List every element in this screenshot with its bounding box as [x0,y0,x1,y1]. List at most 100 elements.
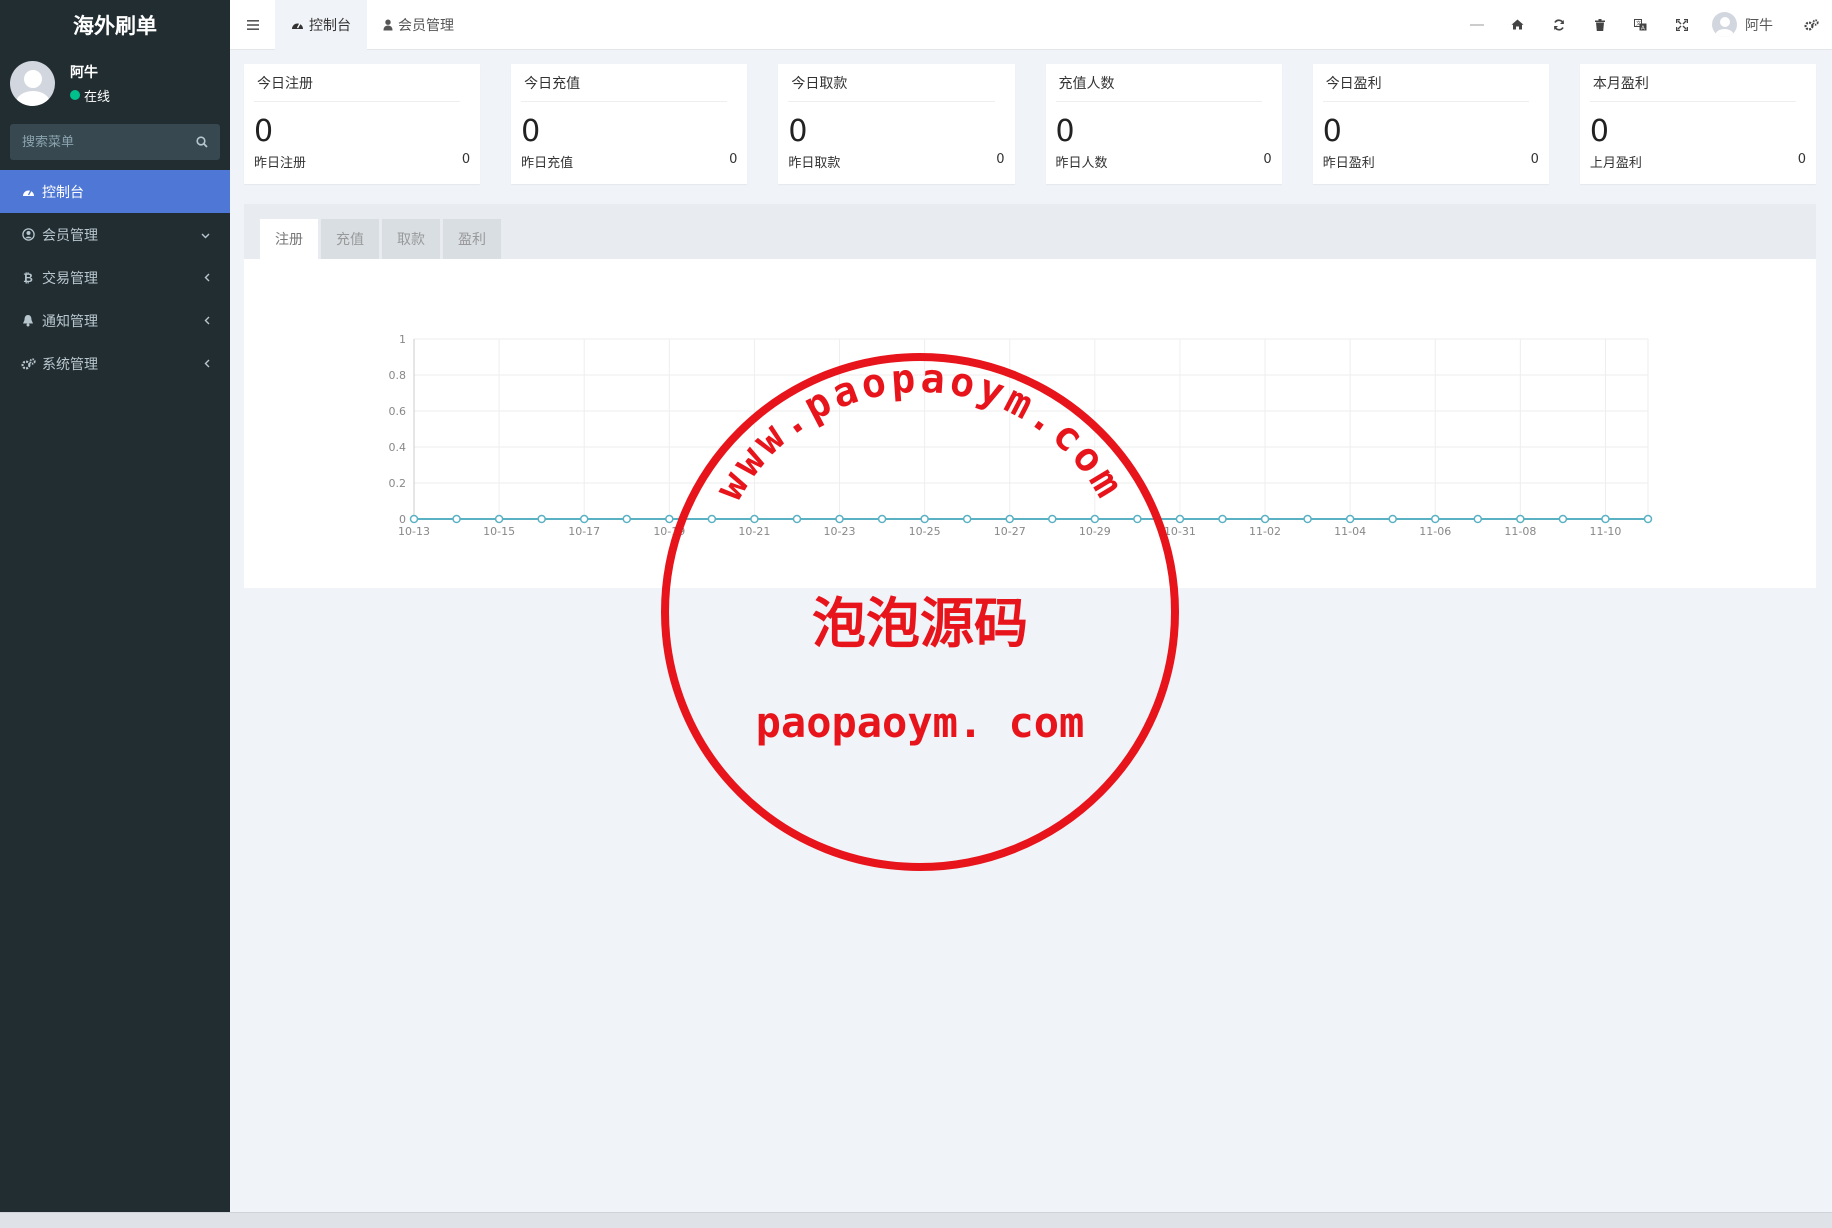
trash-icon[interactable] [1579,0,1620,50]
stamp-name: 泡泡源码 [812,591,1028,655]
tab-profit[interactable]: 盈利 [443,219,501,259]
card-sub-value: 0 [1263,152,1272,167]
sidebar-item-system[interactable]: 系统管理 [0,342,230,385]
sidebar-item-notifications[interactable]: 通知管理 [0,299,230,342]
user-panel: 阿牛 在线 [0,50,230,116]
search-input[interactable] [22,134,182,150]
sidebar-item-label: 系统管理 [42,356,98,373]
cogs-icon[interactable] [1791,0,1832,50]
stat-card-profit-month: 本月盈利 0 上月盈利 0 [1579,64,1817,184]
card-value: 0 [254,114,274,149]
chevron-left-icon [204,357,210,371]
data-point [835,514,844,524]
hamburger-icon [246,19,259,30]
x-tick-label: 11-02 [1249,525,1281,538]
data-point [494,514,504,524]
card-sub-label: 上月盈利 [1589,156,1642,171]
data-point [1005,514,1014,524]
y-tick-label: 0.6 [389,405,407,418]
fullscreen-icon[interactable] [1661,0,1702,50]
data-point [962,514,972,524]
card-sub-label: 昨日取款 [788,156,841,171]
y-tick-label: 1 [399,333,406,346]
stat-card-withdrawals: 今日取款 0 昨日取款 0 [778,64,1015,184]
tab-recharge[interactable]: 充值 [321,219,379,259]
tab-members[interactable]: 会员管理 [367,0,470,50]
card-value: 0 [788,114,808,149]
card-title: 今日盈利 [1322,64,1529,102]
search-icon[interactable] [196,133,208,152]
x-tick-label: 11-06 [1419,525,1451,538]
stat-card-recharge-users: 充值人数 0 昨日人数 0 [1045,64,1282,184]
user-menu[interactable]: 阿牛 [1702,12,1791,37]
menu-toggle-button[interactable] [230,0,275,50]
home-icon[interactable] [1497,0,1538,50]
sidebar-item-label: 控制台 [42,184,84,201]
tab-withdrawals[interactable]: 取款 [382,219,440,259]
data-point [792,514,802,524]
card-value: 0 [1322,114,1342,149]
card-sub-label: 昨日充值 [521,156,574,171]
data-point [1388,514,1397,524]
stamp-domain: paopaoym. com [756,698,1085,747]
data-point [409,514,419,524]
os-taskbar [0,1212,1832,1228]
data-point [1048,514,1057,524]
data-point [452,514,461,524]
card-sub-value: 0 [1530,152,1539,167]
card-value: 0 [1055,114,1075,149]
data-point [622,514,632,524]
card-value: 0 [1589,114,1609,149]
data-point [665,514,674,524]
chevron-left-icon [204,271,210,285]
tab-label: 控制台 [309,17,351,34]
data-point [750,514,759,524]
translate-icon[interactable]: 文A [1620,0,1661,50]
user-name: 阿牛 [70,64,98,81]
minimize-icon[interactable] [1456,0,1497,50]
card-sub-label: 昨日盈利 [1322,156,1375,171]
card-sub-label: 昨日人数 [1055,156,1108,171]
card-title: 本月盈利 [1589,64,1797,102]
header-toolbar: 文A 阿牛 [1456,0,1832,50]
x-tick-label: 10-23 [824,525,856,538]
card-title: 今日充值 [521,64,728,102]
tab-registrations[interactable]: 注册 [260,219,318,259]
sidebar-item-members[interactable]: 会员管理 [0,213,230,256]
menu-search [10,124,220,160]
x-tick-label: 10-31 [1164,525,1196,538]
card-title: 今日取款 [788,64,995,102]
sidebar-menu: 控制台 会员管理 ₿ 交易管理 通知管理 系统管理 [0,170,230,385]
brand-logo[interactable]: 海外刷单 [0,0,230,50]
x-tick-label: 11-08 [1504,525,1536,538]
data-point [1303,514,1312,524]
card-sub-value: 0 [461,152,471,167]
chart-area: 0 0.2 0.4 0.6 0.8 1 10-13 10-15 10-17 10-19 10-21 1… [244,259,1816,588]
line-chart: 00.20.40.60.8110-13 10-15 10-17 10-19 10-21 1… [389,333,1653,538]
bell-icon [20,314,36,327]
avatar [1712,12,1737,37]
y-tick-label: 0.2 [389,477,407,490]
refresh-icon[interactable] [1538,0,1579,50]
chevron-left-icon [204,314,210,328]
dashboard-icon [291,19,304,30]
data-point [920,514,929,524]
card-sub-value: 0 [996,152,1005,167]
user-icon [383,19,393,31]
stat-card-profit-today: 今日盈利 0 昨日盈利 0 [1312,64,1549,184]
x-tick-label: 10-13 [398,525,430,538]
sidebar-item-label: 会员管理 [42,227,98,244]
sidebar-item-dashboard[interactable]: 控制台 [0,170,230,213]
stat-card-registrations: 今日注册 0 昨日注册 0 [244,64,481,184]
data-point [707,514,717,524]
card-sub-label: 昨日注册 [254,156,307,171]
x-tick-label: 11-04 [1334,525,1366,538]
tab-label: 会员管理 [398,17,454,34]
stat-card-recharge: 今日充值 0 昨日充值 0 [511,64,748,184]
sidebar-item-transactions[interactable]: ₿ 交易管理 [0,256,230,299]
tab-dashboard[interactable]: 控制台 [275,0,367,50]
data-point [1601,514,1610,524]
card-sub-value: 0 [1797,152,1807,167]
data-point [1218,514,1227,524]
x-tick-label: 10-21 [738,525,770,538]
